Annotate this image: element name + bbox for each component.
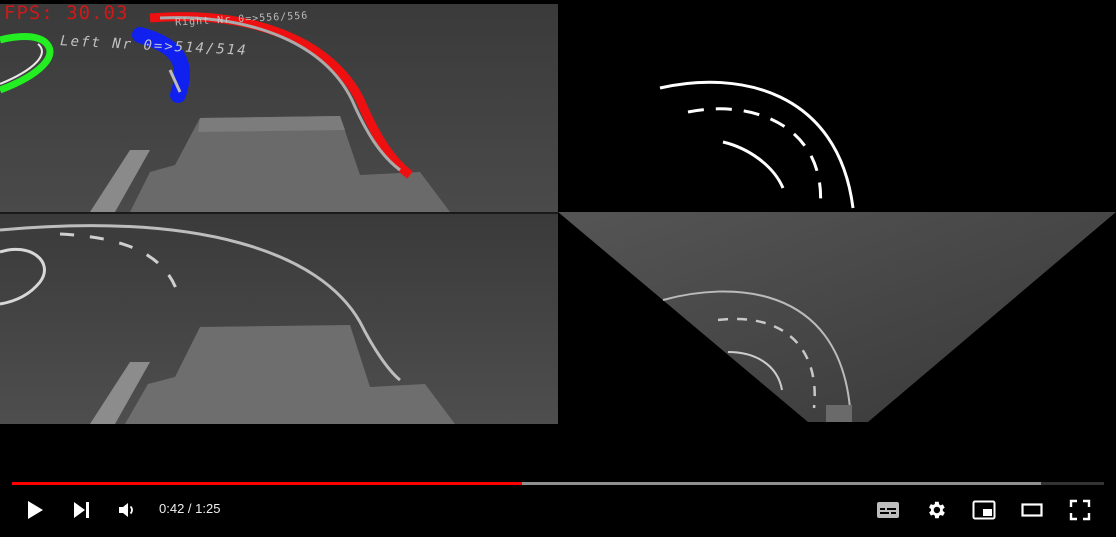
video-player: FPS: 30.03 Right Nr 0=>556/556 Left Nr 0…	[0, 0, 1116, 537]
time-separator: /	[184, 501, 196, 516]
subtitles-icon	[877, 502, 899, 518]
grayscale-camera-view	[0, 212, 558, 424]
birds-eye-view	[558, 212, 1116, 424]
next-icon	[74, 502, 89, 518]
time-total: 1:25	[195, 501, 221, 516]
theater-icon	[1021, 503, 1043, 517]
binary-mask-view	[558, 0, 1116, 212]
settings-button[interactable]	[918, 490, 954, 530]
volume-icon	[119, 503, 133, 517]
time-current: 0:42	[159, 501, 185, 516]
fullscreen-icon	[1069, 499, 1091, 521]
fullscreen-button[interactable]	[1062, 490, 1098, 530]
progress-played	[12, 482, 522, 485]
miniplayer-icon	[972, 500, 996, 520]
play-icon	[28, 501, 43, 519]
time-display: 0:42 / 1:25	[159, 490, 220, 530]
camera-detection-view: FPS: 30.03 Right Nr 0=>556/556 Left Nr 0…	[0, 0, 558, 212]
progress-bar[interactable]	[12, 482, 1104, 485]
fps-overlay: FPS: 30.03	[4, 2, 129, 24]
subtitles-button[interactable]	[870, 490, 906, 530]
theater-mode-button[interactable]	[1014, 490, 1050, 530]
player-controls: 0:42 / 1:25	[0, 490, 1116, 530]
next-button[interactable]	[64, 490, 98, 530]
miniplayer-button[interactable]	[966, 490, 1002, 530]
settings-icon	[929, 501, 945, 519]
play-button[interactable]	[18, 490, 52, 530]
video-frame[interactable]: FPS: 30.03 Right Nr 0=>556/556 Left Nr 0…	[0, 0, 1116, 424]
mute-button[interactable]	[110, 490, 144, 530]
